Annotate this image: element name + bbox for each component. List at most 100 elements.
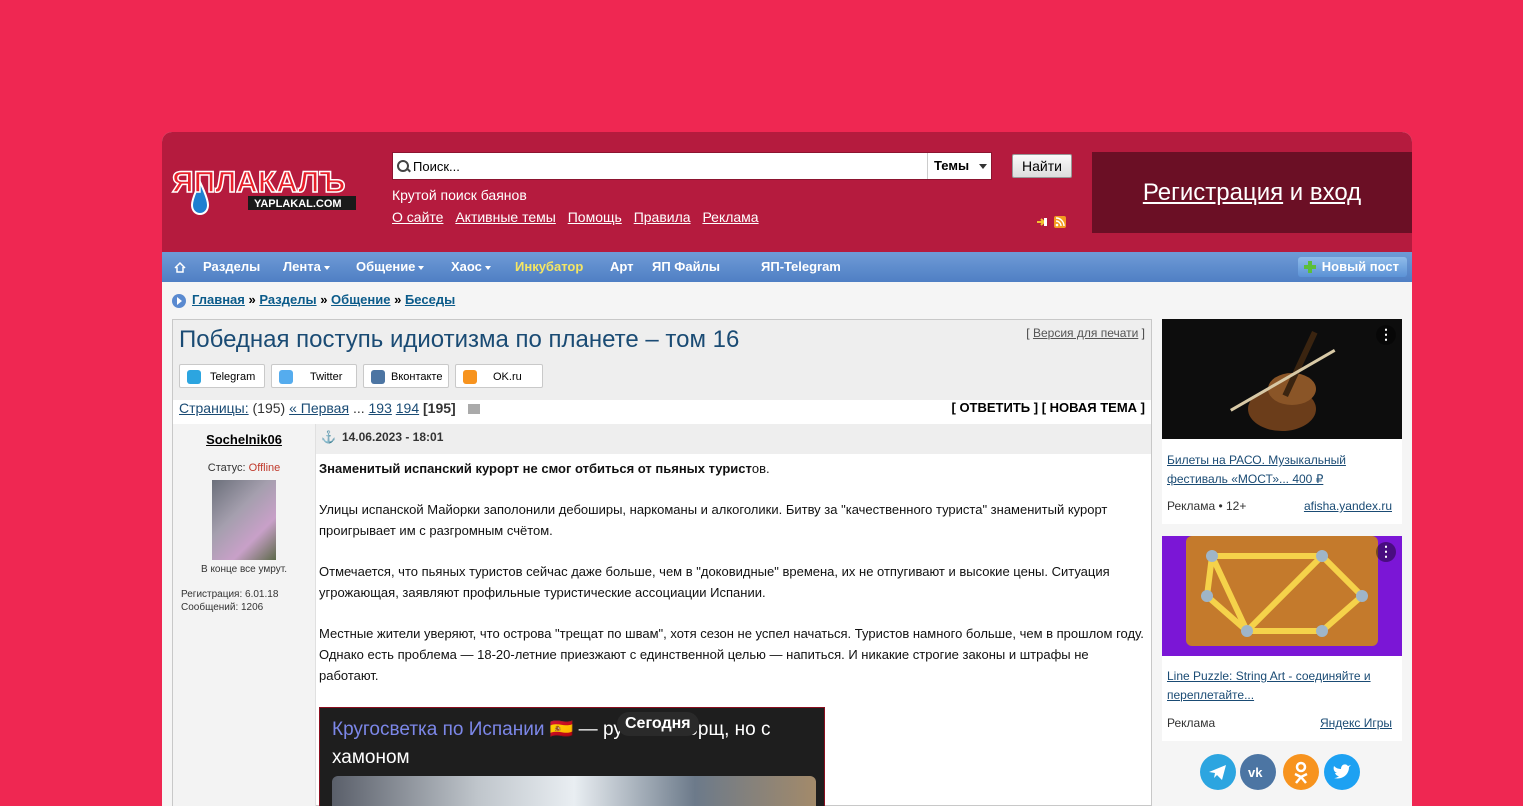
nav-item-files[interactable]: ЯП Файлы xyxy=(652,252,720,282)
ad-menu-icon[interactable]: ⋮ xyxy=(1376,542,1396,562)
topic-actions: [ ОТВЕТИТЬ ] [ НОВАЯ ТЕМА ] xyxy=(952,400,1146,415)
login-link[interactable]: вход xyxy=(1310,179,1361,206)
breadcrumb-sections[interactable]: Разделы xyxy=(259,292,316,307)
main-nav: Разделы Лента Общение Хаос Инкубатор Арт… xyxy=(162,252,1412,282)
nav-item-telegram[interactable]: ЯП-Telegram xyxy=(761,252,841,282)
nav-item-incubator[interactable]: Инкубатор xyxy=(515,252,583,282)
print-version-link[interactable]: Версия для печати xyxy=(1033,326,1138,340)
search-scope-select[interactable]: Темы xyxy=(927,153,991,179)
ok-icon[interactable] xyxy=(1283,754,1319,790)
nav-item-label: Хаос xyxy=(451,259,482,274)
ad-source[interactable]: afisha.yandex.ru xyxy=(1304,499,1392,513)
link-active-topics[interactable]: Активные темы xyxy=(455,209,556,225)
ad-label: Реклама • 12+ xyxy=(1167,499,1247,513)
share-twitter-button[interactable]: Twitter xyxy=(271,364,357,388)
topic-title: Победная поступь идиотизма по планете – … xyxy=(179,326,740,353)
link-help[interactable]: Помощь xyxy=(568,209,622,225)
nav-item-label: ЯП Файлы xyxy=(652,259,720,274)
search-scope-label: Темы xyxy=(934,158,970,173)
page-193[interactable]: 193 xyxy=(369,400,392,416)
author-motto: В конце все умрут. xyxy=(201,564,287,575)
breadcrumb-home[interactable]: Главная xyxy=(192,292,245,307)
mail-icon[interactable] xyxy=(467,404,480,415)
site-logo[interactable]: ЯПЛАКАЛЪ YAPLAKAL.COM xyxy=(170,164,380,220)
link-about[interactable]: О сайте xyxy=(392,209,443,225)
pages-count: (195) xyxy=(252,400,286,416)
nav-item-label: Разделы xyxy=(203,259,261,274)
nav-item-communication[interactable]: Общение xyxy=(356,252,425,282)
author-meta: Регистрация: 6.01.18 Сообщений: 1206 xyxy=(181,588,278,614)
page-container: ЯПЛАКАЛЪ YAPLAKAL.COM Темы Найти Крутой … xyxy=(162,132,1412,806)
page-194[interactable]: 194 xyxy=(396,400,419,416)
link-rules[interactable]: Правила xyxy=(634,209,691,225)
ad-label: Реклама xyxy=(1167,716,1216,730)
new-topic-button[interactable]: [ НОВАЯ ТЕМА ] xyxy=(1042,400,1145,415)
post-paragraph: Улицы испанской Майорки заполонили дебош… xyxy=(319,502,1108,538)
nav-item-label: ЯП-Telegram xyxy=(761,259,841,274)
search-icon xyxy=(397,160,409,172)
share-label: Telegram xyxy=(210,371,256,383)
chevron-down-icon xyxy=(418,265,425,270)
auth-box: Регистрация и вход xyxy=(1092,152,1412,233)
rss-icon[interactable] xyxy=(1054,215,1067,228)
page-first[interactable]: « Первая xyxy=(289,400,349,416)
anchor-icon[interactable]: ⚓ xyxy=(321,430,336,444)
ad-menu-icon[interactable]: ⋮ xyxy=(1376,325,1396,345)
ad-text[interactable]: Билеты на РАСО. Музыкальный фестиваль «М… xyxy=(1167,451,1397,489)
author-registration: Регистрация: 6.01.18 xyxy=(181,589,279,600)
plus-icon xyxy=(1303,261,1316,273)
topic-block: Победная поступь идиотизма по планете – … xyxy=(172,319,1152,806)
telegram-icon[interactable] xyxy=(1200,754,1236,790)
nav-item-art[interactable]: Арт xyxy=(610,252,634,282)
twitter-icon xyxy=(279,370,293,384)
reply-button[interactable]: [ ОТВЕТИТЬ ] xyxy=(952,400,1039,415)
video-thumbnail[interactable] xyxy=(332,776,816,806)
new-post-label: Новый пост xyxy=(1321,259,1399,274)
twitter-icon[interactable] xyxy=(1324,754,1360,790)
breadcrumb-talks[interactable]: Беседы xyxy=(405,292,455,307)
telegram-icon xyxy=(187,370,201,384)
share-label: Twitter xyxy=(310,371,343,383)
breadcrumb: Главная » Разделы » Общение » Беседы xyxy=(172,292,455,308)
ad-card[interactable]: ⋮ Билеты на РАСО. Музыкальный фестиваль … xyxy=(1162,319,1402,524)
pages-label[interactable]: Страницы: xyxy=(179,400,249,416)
chevron-down-icon xyxy=(323,265,330,270)
logo-graphic: ЯПЛАКАЛЪ YAPLAKAL.COM xyxy=(171,165,356,216)
nav-item-label: Лента xyxy=(283,259,321,274)
share-ok-button[interactable]: OK.ru xyxy=(455,364,543,388)
breadcrumb-separator: » xyxy=(248,292,256,307)
ad-card[interactable]: ⋮ Line Puzzle: String Art - соединяйте и… xyxy=(1162,536,1402,741)
embedded-video[interactable]: Кругосветка по Испании 🇪🇸 — русский борщ… xyxy=(319,707,825,806)
breadcrumb-communication[interactable]: Общение xyxy=(331,292,390,307)
author-name[interactable]: Sochelnik06 xyxy=(173,432,315,447)
ad-image-puzzle xyxy=(1162,536,1402,656)
export-icon[interactable] xyxy=(1036,215,1048,227)
breadcrumb-separator: » xyxy=(394,292,402,307)
nav-item-chaos[interactable]: Хаос xyxy=(451,252,491,282)
register-link[interactable]: Регистрация xyxy=(1143,179,1283,206)
author-status: Статус: Offline xyxy=(173,462,315,474)
post-paragraph: Местные жители уверяют, что острова "тре… xyxy=(319,626,1144,683)
search-input[interactable] xyxy=(413,153,923,179)
post-date-value: 14.06.2023 - 18:01 xyxy=(341,430,444,444)
share-vk-button[interactable]: Вконтакте xyxy=(363,364,449,388)
ad-source[interactable]: Яндекс Игры xyxy=(1320,716,1392,730)
post-headline-tail: ов. xyxy=(751,461,770,476)
nav-item-feed[interactable]: Лента xyxy=(283,252,330,282)
share-telegram-button[interactable]: Telegram xyxy=(179,364,265,388)
home-icon[interactable] xyxy=(174,252,186,282)
video-title-link[interactable]: Кругосветка по Испании 🇪🇸 xyxy=(332,719,573,740)
share-label: Вконтакте xyxy=(391,371,443,383)
ad-text[interactable]: Line Puzzle: String Art - соединяйте и п… xyxy=(1167,667,1397,705)
new-post-button[interactable]: Новый пост xyxy=(1297,257,1407,277)
avatar[interactable] xyxy=(212,480,276,560)
share-label: OK.ru xyxy=(493,371,522,383)
vk-icon[interactable]: vk xyxy=(1240,754,1276,790)
ad-image-violin xyxy=(1162,319,1402,439)
nav-item-sections[interactable]: Разделы xyxy=(203,252,260,282)
post-headline: Знаменитый испанский курорт не смог отби… xyxy=(319,458,1145,479)
link-ads[interactable]: Реклама xyxy=(702,209,758,225)
logo-text: ЯПЛАКАЛЪ xyxy=(172,166,345,199)
nav-item-label: Инкубатор xyxy=(515,259,584,274)
search-button[interactable]: Найти xyxy=(1012,154,1072,178)
